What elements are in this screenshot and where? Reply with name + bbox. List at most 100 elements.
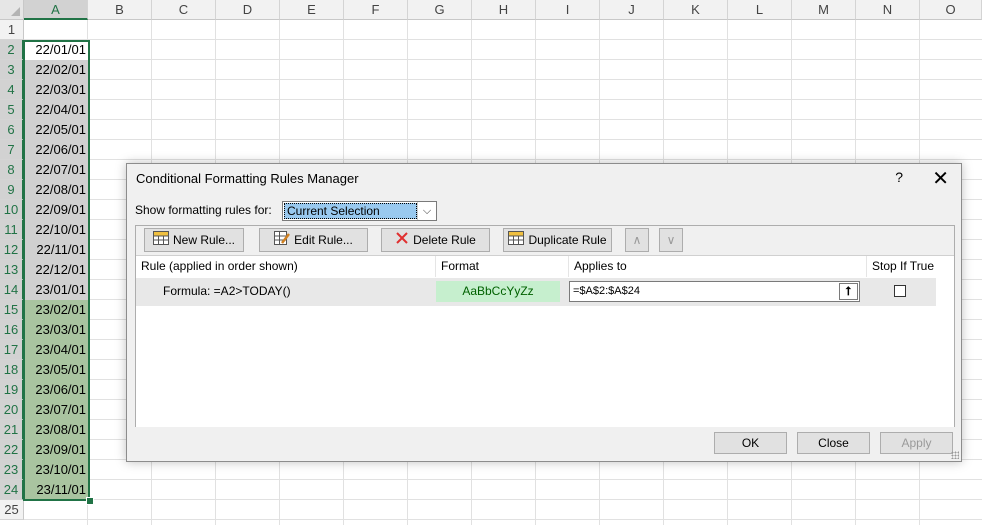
cell-a20[interactable]: 23/07/01 xyxy=(24,400,88,420)
gridline xyxy=(24,99,982,100)
row-header-14[interactable]: 14 xyxy=(0,280,24,300)
row-header-3[interactable]: 3 xyxy=(0,60,24,80)
cell-a8[interactable]: 22/07/01 xyxy=(24,160,88,180)
dialog-title: Conditional Formatting Rules Manager xyxy=(136,171,359,186)
column-header-j[interactable]: J xyxy=(600,0,664,20)
cell-a17[interactable]: 23/04/01 xyxy=(24,340,88,360)
cell-a16[interactable]: 23/03/01 xyxy=(24,320,88,340)
new-rule-label: New Rule... xyxy=(172,233,236,247)
column-header-m[interactable]: M xyxy=(792,0,856,20)
row-header-12[interactable]: 12 xyxy=(0,240,24,260)
column-header-d[interactable]: D xyxy=(216,0,280,20)
ok-button[interactable]: OK xyxy=(714,432,787,454)
cell-a6[interactable]: 22/05/01 xyxy=(24,120,88,140)
cell-a21[interactable]: 23/08/01 xyxy=(24,420,88,440)
row-header-17[interactable]: 17 xyxy=(0,340,24,360)
gridline xyxy=(24,139,982,140)
cell-a10[interactable]: 22/09/01 xyxy=(24,200,88,220)
rule-row[interactable]: Formula: =A2>TODAY() AaBbCcYyZz =$A$2:$A… xyxy=(136,278,936,306)
cell-a22[interactable]: 23/09/01 xyxy=(24,440,88,460)
cell-a7[interactable]: 22/06/01 xyxy=(24,140,88,160)
cell-a12[interactable]: 22/11/01 xyxy=(24,240,88,260)
new-rule-button[interactable]: New Rule... xyxy=(144,228,244,252)
row-header-4[interactable]: 4 xyxy=(0,80,24,100)
format-preview: AaBbCcYyZz xyxy=(436,281,560,302)
column-header-g[interactable]: G xyxy=(408,0,472,20)
row-header-21[interactable]: 21 xyxy=(0,420,24,440)
edit-rule-button[interactable]: Edit Rule... xyxy=(259,228,368,252)
column-header-h[interactable]: H xyxy=(472,0,536,20)
resize-grip-icon[interactable] xyxy=(951,451,959,459)
close-icon[interactable]: ✕ xyxy=(932,166,949,191)
row-header-11[interactable]: 11 xyxy=(0,220,24,240)
cell-a14[interactable]: 23/01/01 xyxy=(24,280,88,300)
row-header-2[interactable]: 2 xyxy=(0,40,24,60)
column-header-b[interactable]: B xyxy=(88,0,152,20)
column-header-e[interactable]: E xyxy=(280,0,344,20)
rules-panel: New Rule... Edit Rule... Delete Rule Dup… xyxy=(135,225,955,427)
row-header-7[interactable]: 7 xyxy=(0,140,24,160)
move-down-button[interactable]: ∨ xyxy=(659,228,683,252)
stop-if-true-checkbox[interactable] xyxy=(894,285,906,297)
column-header-f[interactable]: F xyxy=(344,0,408,20)
header-rule: Rule (applied in order shown) xyxy=(136,256,436,277)
column-header-o[interactable]: O xyxy=(920,0,982,20)
row-header-10[interactable]: 10 xyxy=(0,200,24,220)
duplicate-rule-button[interactable]: Duplicate Rule xyxy=(503,228,612,252)
cell-a23[interactable]: 23/10/01 xyxy=(24,460,88,480)
collapse-dialog-icon[interactable]: ⭡ xyxy=(839,283,858,300)
row-header-13[interactable]: 13 xyxy=(0,260,24,280)
row-header-5[interactable]: 5 xyxy=(0,100,24,120)
cell-a19[interactable]: 23/06/01 xyxy=(24,380,88,400)
cell-a11[interactable]: 22/10/01 xyxy=(24,220,88,240)
column-header-c[interactable]: C xyxy=(152,0,216,20)
rules-table: Rule (applied in order shown) Format App… xyxy=(136,255,954,427)
gridline xyxy=(24,499,982,500)
column-header-l[interactable]: L xyxy=(728,0,792,20)
table-icon xyxy=(152,230,169,252)
apply-button[interactable]: Apply xyxy=(880,432,953,454)
row-header-1[interactable]: 1 xyxy=(0,20,24,40)
cell-a9[interactable]: 22/08/01 xyxy=(24,180,88,200)
row-header-22[interactable]: 22 xyxy=(0,440,24,460)
edit-table-icon xyxy=(274,230,291,252)
cell-a18[interactable]: 23/05/01 xyxy=(24,360,88,380)
row-header-16[interactable]: 16 xyxy=(0,320,24,340)
cell-a13[interactable]: 22/12/01 xyxy=(24,260,88,280)
applies-to-input[interactable]: =$A$2:$A$24 ⭡ xyxy=(569,281,860,302)
row-header-18[interactable]: 18 xyxy=(0,360,24,380)
row-header-19[interactable]: 19 xyxy=(0,380,24,400)
row-header-9[interactable]: 9 xyxy=(0,180,24,200)
fill-handle[interactable] xyxy=(86,497,94,505)
gridline xyxy=(24,59,982,60)
select-all-corner[interactable] xyxy=(0,0,24,20)
move-up-button[interactable]: ∧ xyxy=(625,228,649,252)
column-header-a[interactable]: A xyxy=(24,0,88,20)
gridline xyxy=(24,79,982,80)
column-header-n[interactable]: N xyxy=(856,0,920,20)
applies-to-value: =$A$2:$A$24 xyxy=(573,285,640,297)
header-applies-to: Applies to xyxy=(569,256,867,277)
show-rules-select[interactable]: Current Selection ⌵ xyxy=(282,201,437,221)
cell-a2[interactable]: 22/01/01 xyxy=(24,40,88,60)
chevron-down-icon[interactable]: ⌵ xyxy=(417,202,436,220)
delete-x-icon xyxy=(395,230,409,252)
cell-a15[interactable]: 23/02/01 xyxy=(24,300,88,320)
row-header-20[interactable]: 20 xyxy=(0,400,24,420)
cell-a24[interactable]: 23/11/01 xyxy=(24,480,88,500)
cell-a3[interactable]: 22/02/01 xyxy=(24,60,88,80)
row-header-25[interactable]: 25 xyxy=(0,500,24,520)
delete-rule-button[interactable]: Delete Rule xyxy=(381,228,490,252)
help-button[interactable]: ? xyxy=(895,169,903,185)
row-header-15[interactable]: 15 xyxy=(0,300,24,320)
column-header-i[interactable]: I xyxy=(536,0,600,20)
cell-a4[interactable]: 22/03/01 xyxy=(24,80,88,100)
row-header-24[interactable]: 24 xyxy=(0,480,24,500)
cell-a5[interactable]: 22/04/01 xyxy=(24,100,88,120)
duplicate-table-icon xyxy=(508,230,525,252)
row-header-6[interactable]: 6 xyxy=(0,120,24,140)
row-header-8[interactable]: 8 xyxy=(0,160,24,180)
column-header-k[interactable]: K xyxy=(664,0,728,20)
row-header-23[interactable]: 23 xyxy=(0,460,24,480)
close-button[interactable]: Close xyxy=(797,432,870,454)
